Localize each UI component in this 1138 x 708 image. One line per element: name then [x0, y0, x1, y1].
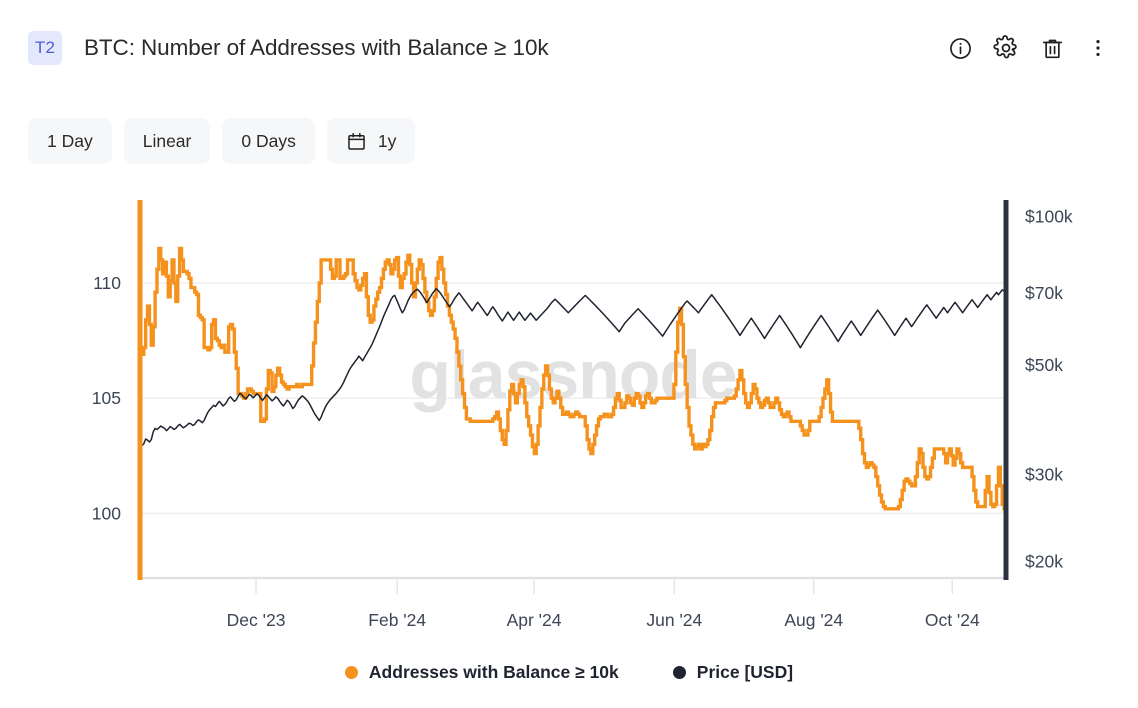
x-axis-tick: Feb '24	[368, 610, 426, 630]
series-dot-price	[672, 666, 686, 679]
y-axis-right-tick: $20k	[1025, 551, 1063, 571]
resolution-button[interactable]: 1 Day	[28, 118, 112, 164]
legend-label: Price [USD]	[696, 662, 794, 682]
x-axis-tick: Oct '24	[925, 610, 980, 630]
x-axis-tick: Jun '24	[646, 610, 702, 630]
y-axis-right-tick: $50k	[1025, 355, 1063, 375]
header-actions	[938, 0, 1120, 96]
y-axis-left-tick: 105	[92, 388, 121, 408]
legend-item[interactable]: Price [USD]	[672, 662, 794, 683]
x-axis-tick: Dec '23	[227, 610, 286, 630]
x-axis-tick: Aug '24	[784, 610, 843, 630]
chart-legend: Addresses with Balance ≥ 10k Price [USD]	[0, 662, 1138, 683]
chart-container[interactable]: glassnode 110 105 100 $100k $70k $50k $30k $20k…	[0, 176, 1138, 646]
y-axis-left-tick: 100	[92, 503, 121, 523]
x-axis-tick: Apr '24	[507, 610, 562, 630]
resolution-label: 1 Day	[47, 130, 93, 151]
scale-label: Linear	[142, 130, 192, 151]
smoothing-label: 0 Days	[241, 130, 296, 151]
trash-icon[interactable]	[1030, 26, 1074, 70]
calendar-icon	[346, 131, 367, 152]
gridlines	[140, 282, 1006, 594]
chart-toolbar: 1 Day Linear 0 Days 1y	[28, 118, 416, 164]
chart-header: T2 BTC: Number of Addresses with Balance…	[0, 0, 1138, 96]
legend-label: Addresses with Balance ≥ 10k	[368, 662, 619, 682]
date-range-button[interactable]: 1y	[326, 118, 416, 164]
y-axis-right-tick: $70k	[1025, 283, 1063, 303]
legend-item[interactable]: Addresses with Balance ≥ 10k	[344, 662, 619, 683]
smoothing-button[interactable]: 0 Days	[222, 118, 315, 164]
chart-plot[interactable]: glassnode 110105100$100k$70k$50k$30k$20k…	[0, 176, 1138, 646]
tier-badge: T2	[28, 31, 62, 65]
series-dot-addresses	[344, 666, 358, 679]
gear-icon[interactable]	[984, 26, 1028, 70]
scale-button[interactable]: Linear	[123, 118, 211, 164]
y-axis-right-tick: $30k	[1025, 464, 1063, 484]
date-range-label: 1y	[377, 130, 397, 151]
page-title: BTC: Number of Addresses with Balance ≥ …	[84, 35, 549, 60]
title-group: T2 BTC: Number of Addresses with Balance…	[28, 31, 549, 65]
y-axis-left-tick: 110	[93, 273, 121, 293]
more-vertical-icon[interactable]	[1076, 26, 1120, 70]
y-axis-right-tick: $100k	[1025, 206, 1073, 226]
info-icon[interactable]	[938, 26, 982, 70]
